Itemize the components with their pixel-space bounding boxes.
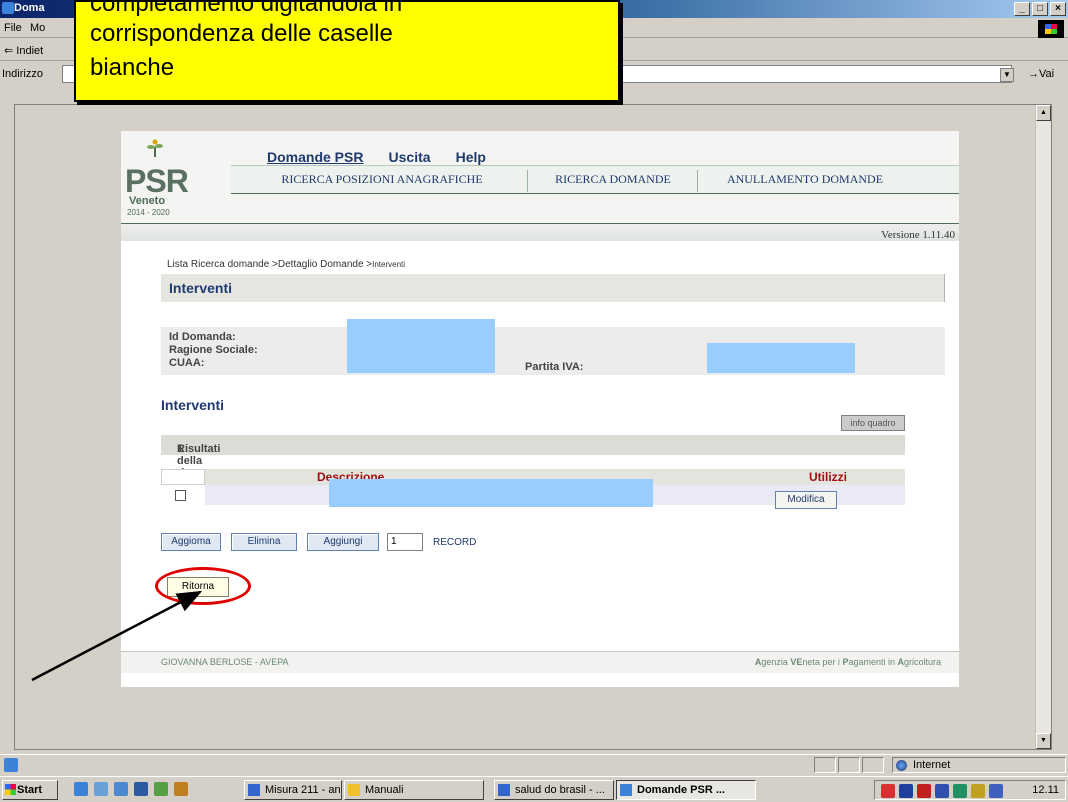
info-quadro-button[interactable]: info quadro [841, 415, 905, 431]
tray-icon[interactable] [899, 784, 913, 798]
aggiorna-button[interactable]: Aggioma [161, 533, 221, 551]
redacted-field [329, 479, 653, 507]
interventi-title: Interventi [161, 397, 225, 413]
menu-uscita[interactable]: Uscita [389, 149, 431, 165]
highlight-circle [155, 567, 251, 605]
taskbar: Start Misura 211 - ann... Manuali salud … [0, 776, 1068, 802]
row-checkbox[interactable] [175, 490, 186, 501]
record-label: RECORD [433, 537, 477, 548]
scroll-down-icon[interactable]: ▼ [1036, 733, 1051, 749]
menu-help[interactable]: Help [456, 149, 486, 165]
tray-icon[interactable] [881, 784, 895, 798]
minimize-button[interactable]: _ [1014, 2, 1030, 16]
address-label: Indirizzo [2, 68, 43, 80]
address-dropdown-icon[interactable]: ▼ [1000, 68, 1014, 82]
column-utilizzi: Utilizzi [809, 470, 847, 484]
ie-icon [2, 2, 14, 14]
partita-iva-label: Partita IVA: [525, 361, 584, 373]
app-icon[interactable] [134, 782, 148, 796]
vertical-scrollbar[interactable]: ▲ ▼ [1035, 105, 1051, 749]
windows-logo-icon [1038, 20, 1064, 38]
breadcrumb-current: Interventi [372, 260, 406, 269]
close-button[interactable]: × [1050, 2, 1066, 16]
callout-line-2: corrispondenza delle caselle [90, 20, 393, 47]
aggiungi-button[interactable]: Aggiungi [307, 533, 379, 551]
section-title: Interventi [169, 280, 233, 296]
tray-icon[interactable] [971, 784, 985, 798]
tab-annullamento-domande[interactable]: ANULLAMENTO DOMANDE [705, 166, 905, 194]
maximize-button[interactable]: □ [1032, 2, 1048, 16]
window-title: Doma [14, 2, 45, 14]
breadcrumb-path[interactable]: Lista Ricerca domande >Dettaglio Domande… [167, 259, 372, 270]
scroll-up-icon[interactable]: ▲ [1036, 105, 1051, 121]
callout-line-1: completamento digitandola in [90, 0, 403, 17]
tab-ricerca-domande[interactable]: RICERCA DOMANDE [535, 166, 691, 194]
task-misura[interactable]: Misura 211 - ann... [244, 780, 342, 800]
system-tray: 12.11 [874, 780, 1066, 800]
psr-logo: PSR Veneto 2014 - 2020 [121, 135, 231, 227]
instruction-callout: completamento digitandola in corrisponde… [74, 0, 620, 102]
task-domande-psr[interactable]: Domande PSR ... [616, 780, 756, 800]
task-manuali[interactable]: Manuali [344, 780, 484, 800]
windows-flag-icon [5, 784, 16, 795]
elimina-button[interactable]: Elimina [231, 533, 297, 551]
breadcrumb: Lista Ricerca domande >Dettaglio Domande… [167, 259, 405, 270]
clock: 12.11 [1032, 784, 1059, 796]
redacted-field [347, 319, 495, 373]
menu-domande-psr[interactable]: Domande PSR [267, 149, 363, 165]
globe-icon [896, 760, 907, 771]
version-label: Versione 1.11.40 [881, 229, 955, 241]
footer-agency: Agenzia VEneta per i Pagamenti in Agrico… [754, 657, 941, 667]
results-label: Risultati della ricerca: 1 [177, 443, 221, 479]
tray-icon[interactable] [935, 784, 949, 798]
web-page: PSR Veneto 2014 - 2020 Domande PSR Uscit… [121, 131, 959, 687]
cuaa-label: CUAA: [169, 357, 205, 369]
app-icon[interactable] [154, 782, 168, 796]
section-header: Interventi [161, 274, 945, 302]
start-button[interactable]: Start [2, 780, 58, 800]
status-bar: Internet [0, 754, 1068, 774]
tray-icon[interactable] [953, 784, 967, 798]
back-button[interactable]: ⇐ Indiet [4, 44, 43, 57]
tab-ricerca-posizioni[interactable]: RICERCA POSIZIONI ANAGRAFICHE [251, 166, 513, 194]
header-divider-2 [121, 223, 959, 224]
record-count-input[interactable]: 1 [387, 533, 423, 551]
results-bar: Risultati della ricerca: 1 [161, 435, 905, 479]
header-divider [231, 193, 959, 194]
app-icon[interactable] [174, 782, 188, 796]
page-status-icon [4, 758, 18, 772]
results-count: 1 [177, 443, 184, 455]
tray-icon[interactable] [917, 784, 931, 798]
outlook-icon[interactable] [114, 782, 128, 796]
page-footer: GIOVANNA BERLOSE - AVEPA Agenzia VEneta … [121, 651, 959, 673]
task-salud[interactable]: salud do brasil - ... [494, 780, 614, 800]
logo-region: Veneto [129, 195, 166, 207]
browser-viewport: ▲ ▼ PSR Veneto 2014 - 2020 Domande PSR U… [14, 104, 1052, 750]
ie-quicklaunch-icon[interactable] [74, 782, 88, 796]
modifica-button[interactable]: Modifica [775, 491, 837, 509]
tray-icon[interactable] [989, 784, 1003, 798]
top-menu: Domande PSR Uscita Help [267, 149, 508, 165]
callout-line-3: bianche [90, 54, 175, 81]
security-zone: Internet [892, 757, 1066, 773]
id-domanda-label: Id Domanda: [169, 331, 236, 343]
redacted-field [707, 343, 855, 373]
sprout-icon [147, 139, 163, 157]
footer-author: GIOVANNA BERLOSE - AVEPA [161, 657, 289, 667]
logo-years: 2014 - 2020 [127, 208, 170, 217]
version-band [121, 223, 959, 241]
desktop-icon[interactable] [94, 782, 108, 796]
ragione-sociale-label: Ragione Sociale: [169, 344, 258, 356]
menu-modifica[interactable]: Mo [30, 22, 45, 34]
go-button[interactable]: →Vai [1028, 68, 1054, 80]
nav-bar: RICERCA POSIZIONI ANAGRAFICHE RICERCA DO… [231, 165, 959, 193]
menu-file[interactable]: File [4, 22, 22, 34]
